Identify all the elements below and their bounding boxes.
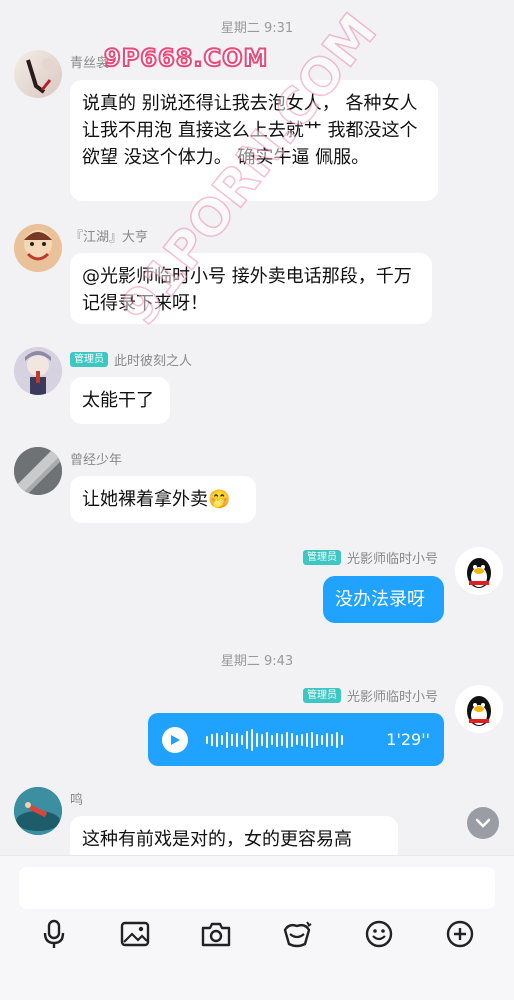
waveform-bar: [211, 733, 213, 746]
chevron-down-icon: [475, 818, 491, 828]
sender-name: 曾经少年: [70, 453, 123, 468]
message-bubble[interactable]: 说真的 别说还得让我去泡女人， 各种女人 让我不用泡 直接这么上去就艹 我都没这…: [70, 80, 438, 201]
avatar[interactable]: [455, 547, 503, 595]
sender-name: 鸣: [70, 793, 84, 808]
message-bubble-sent[interactable]: 没办法录呀: [323, 576, 444, 623]
sender-name: 管理员 光影师临时小号: [302, 548, 438, 567]
message-bubble[interactable]: 让她裸着拿外卖🤭: [70, 476, 256, 523]
admin-badge: 管理员: [302, 688, 341, 703]
voice-waveform: [206, 725, 343, 755]
message-bubble[interactable]: 太能干了: [70, 377, 170, 424]
waveform-bar: [251, 728, 253, 751]
emoji-icon[interactable]: [362, 917, 396, 951]
waveform-bar: [286, 731, 288, 748]
waveform-bar: [321, 734, 323, 745]
sender-name: 管理员 光影师临时小号: [302, 686, 438, 705]
waveform-bar: [291, 732, 293, 747]
voice-message[interactable]: 1'29'': [148, 713, 444, 766]
message-input[interactable]: [19, 867, 495, 909]
waveform-bar: [231, 733, 233, 746]
waveform-bar: [306, 732, 308, 747]
avatar[interactable]: [14, 224, 62, 272]
waveform-bar: [326, 732, 328, 747]
waveform-bar: [271, 734, 273, 745]
avatar[interactable]: [14, 50, 62, 98]
plus-icon[interactable]: [443, 917, 477, 951]
waveform-bar: [236, 732, 238, 747]
waveform-bar: [241, 734, 243, 745]
sender-name: 管理员 此时彼刻之人: [70, 350, 192, 369]
waveform-bar: [246, 730, 248, 749]
waveform-bar: [311, 731, 313, 748]
admin-badge: 管理员: [70, 352, 108, 367]
avatar[interactable]: [14, 787, 62, 835]
scroll-down-button[interactable]: [467, 807, 499, 839]
waveform-bar: [301, 733, 303, 746]
waveform-bar: [341, 734, 343, 745]
avatar[interactable]: [14, 447, 62, 495]
avatar[interactable]: [455, 685, 503, 733]
waveform-bar: [331, 733, 333, 746]
input-bar: [0, 855, 514, 1000]
timestamp-2: 星期二 9:43: [220, 654, 294, 669]
waveform-bar: [216, 732, 218, 747]
camera-icon[interactable]: [199, 917, 233, 951]
message-bubble[interactable]: @光影师临时小号 接外卖电话那段，千万记得录下来呀！: [70, 253, 432, 324]
watermark: 9P668.COM: [103, 43, 269, 73]
sender-name: 『江湖』大亨: [70, 230, 149, 245]
timestamp-1: 星期二 9:31: [220, 21, 294, 36]
waveform-bar: [276, 732, 278, 747]
waveform-bar: [206, 735, 208, 744]
waveform-bar: [256, 732, 258, 747]
waveform-bar: [226, 731, 228, 748]
waveform-bar: [316, 733, 318, 746]
waveform-bar: [296, 734, 298, 745]
waveform-bar: [261, 733, 263, 746]
microphone-icon[interactable]: [37, 917, 71, 951]
avatar[interactable]: [14, 347, 62, 395]
play-icon[interactable]: [162, 726, 188, 753]
red-packet-icon[interactable]: [280, 917, 314, 951]
sender-name: 青丝袅: [70, 56, 110, 71]
waveform-bar: [221, 734, 223, 745]
waveform-bar: [336, 731, 338, 748]
admin-badge: 管理员: [302, 550, 341, 565]
waveform-bar: [266, 731, 268, 748]
voice-duration: 1'29'': [386, 730, 430, 749]
waveform-bar: [281, 733, 283, 746]
image-icon[interactable]: [118, 917, 152, 951]
